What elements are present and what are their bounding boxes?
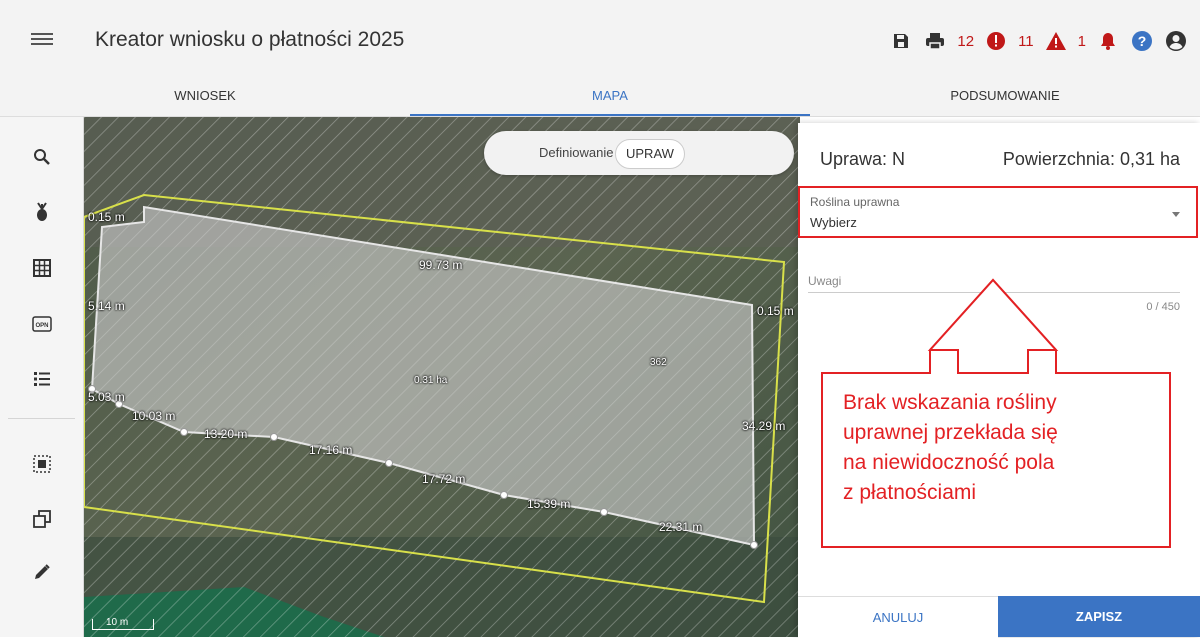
scale-label: 10 m	[106, 617, 129, 628]
parcel-area-label: 0.31 ha	[414, 375, 448, 386]
measure-label: 10.03 m	[132, 409, 176, 423]
select-area-icon[interactable]	[30, 452, 54, 476]
svg-text:OPN: OPN	[35, 323, 48, 329]
chevron-down-icon	[1172, 212, 1180, 217]
bell-icon[interactable]	[1096, 29, 1120, 53]
svg-text:?: ?	[1138, 33, 1147, 49]
print-icon[interactable]	[923, 29, 947, 53]
area-value: Powierzchnia: 0,31 ha	[1002, 149, 1180, 169]
notification-count: 1	[1077, 32, 1086, 50]
measure-label: 17.72 m	[422, 472, 466, 486]
measure-label: 99.73 m	[419, 258, 463, 272]
error-icon[interactable]	[984, 29, 1008, 53]
error-count: 12	[957, 32, 975, 50]
save-icon[interactable]	[889, 29, 913, 53]
warning-count: 11	[1018, 32, 1034, 50]
mode-label: Definiowanie	[539, 145, 614, 160]
cancel-button[interactable]: ANULUJ	[798, 596, 998, 638]
parcel-id-label: 362	[650, 357, 667, 368]
tab-wniosek[interactable]: WNIOSEK	[0, 78, 410, 116]
measure-label: 34.29 m	[742, 419, 786, 433]
measure-label: 15.39 m	[527, 497, 571, 511]
annotation-text: Brak wskazania rośliny uprawnej przekład…	[843, 388, 1163, 508]
help-icon[interactable]: ?	[1130, 29, 1154, 53]
annotation-line: z płatnościami	[843, 481, 977, 504]
map-view[interactable]: Definiowanie UPRAW 0.15 m 99.73 m 5.14 m…	[84, 117, 800, 637]
annotation-line: Brak wskazania rośliny	[843, 391, 1057, 414]
app-header: Kreator wniosku o płatności 2025 12 11 1…	[0, 0, 1200, 78]
crop-plant-value: Wybierz	[810, 215, 857, 230]
edit-icon[interactable]	[30, 560, 54, 584]
tab-podsumowanie[interactable]: PODSUMOWANIE	[810, 78, 1200, 116]
header-actions: 12 11 1 ?	[889, 26, 1188, 56]
annotation-line: na niewidoczność pola	[843, 451, 1055, 474]
measure-label: 0.15 m	[88, 210, 125, 224]
measure-label: 5.03 m	[88, 390, 125, 404]
crop-icon[interactable]	[30, 200, 54, 224]
measure-label: 5.14 m	[88, 299, 125, 313]
app-title: Kreator wniosku o płatności 2025	[95, 28, 405, 51]
measure-label: 22.31 m	[659, 520, 703, 534]
map-toolbar: OPN	[0, 117, 84, 637]
mode-chip-upraw[interactable]: UPRAW	[615, 139, 685, 169]
copy-icon[interactable]	[30, 507, 54, 531]
measure-label: 17.16 m	[309, 443, 353, 457]
search-icon[interactable]	[30, 145, 54, 169]
toolbar-divider	[8, 418, 75, 419]
tab-bar: WNIOSEK MAPA PODSUMOWANIE	[0, 78, 1200, 117]
crop-plant-label: Roślina uprawna	[810, 195, 900, 209]
crop-plant-select[interactable]: Roślina uprawna Wybierz	[798, 186, 1198, 238]
measure-label: 13.20 m	[204, 427, 248, 441]
list-icon[interactable]	[30, 367, 54, 391]
grid-icon[interactable]	[30, 256, 54, 280]
mode-switch: Definiowanie UPRAW	[484, 131, 794, 175]
warning-icon[interactable]	[1044, 29, 1068, 53]
opn-icon[interactable]: OPN	[30, 312, 54, 336]
annotation-line: uprawnej przekłada się	[843, 421, 1058, 444]
account-icon[interactable]	[1164, 29, 1188, 53]
crop-title: Uprawa: N	[820, 149, 906, 169]
tab-mapa[interactable]: MAPA	[410, 78, 810, 116]
save-button[interactable]: ZAPISZ	[998, 596, 1200, 637]
menu-icon[interactable]	[31, 30, 53, 50]
measure-label: 0.15 m	[757, 304, 794, 318]
